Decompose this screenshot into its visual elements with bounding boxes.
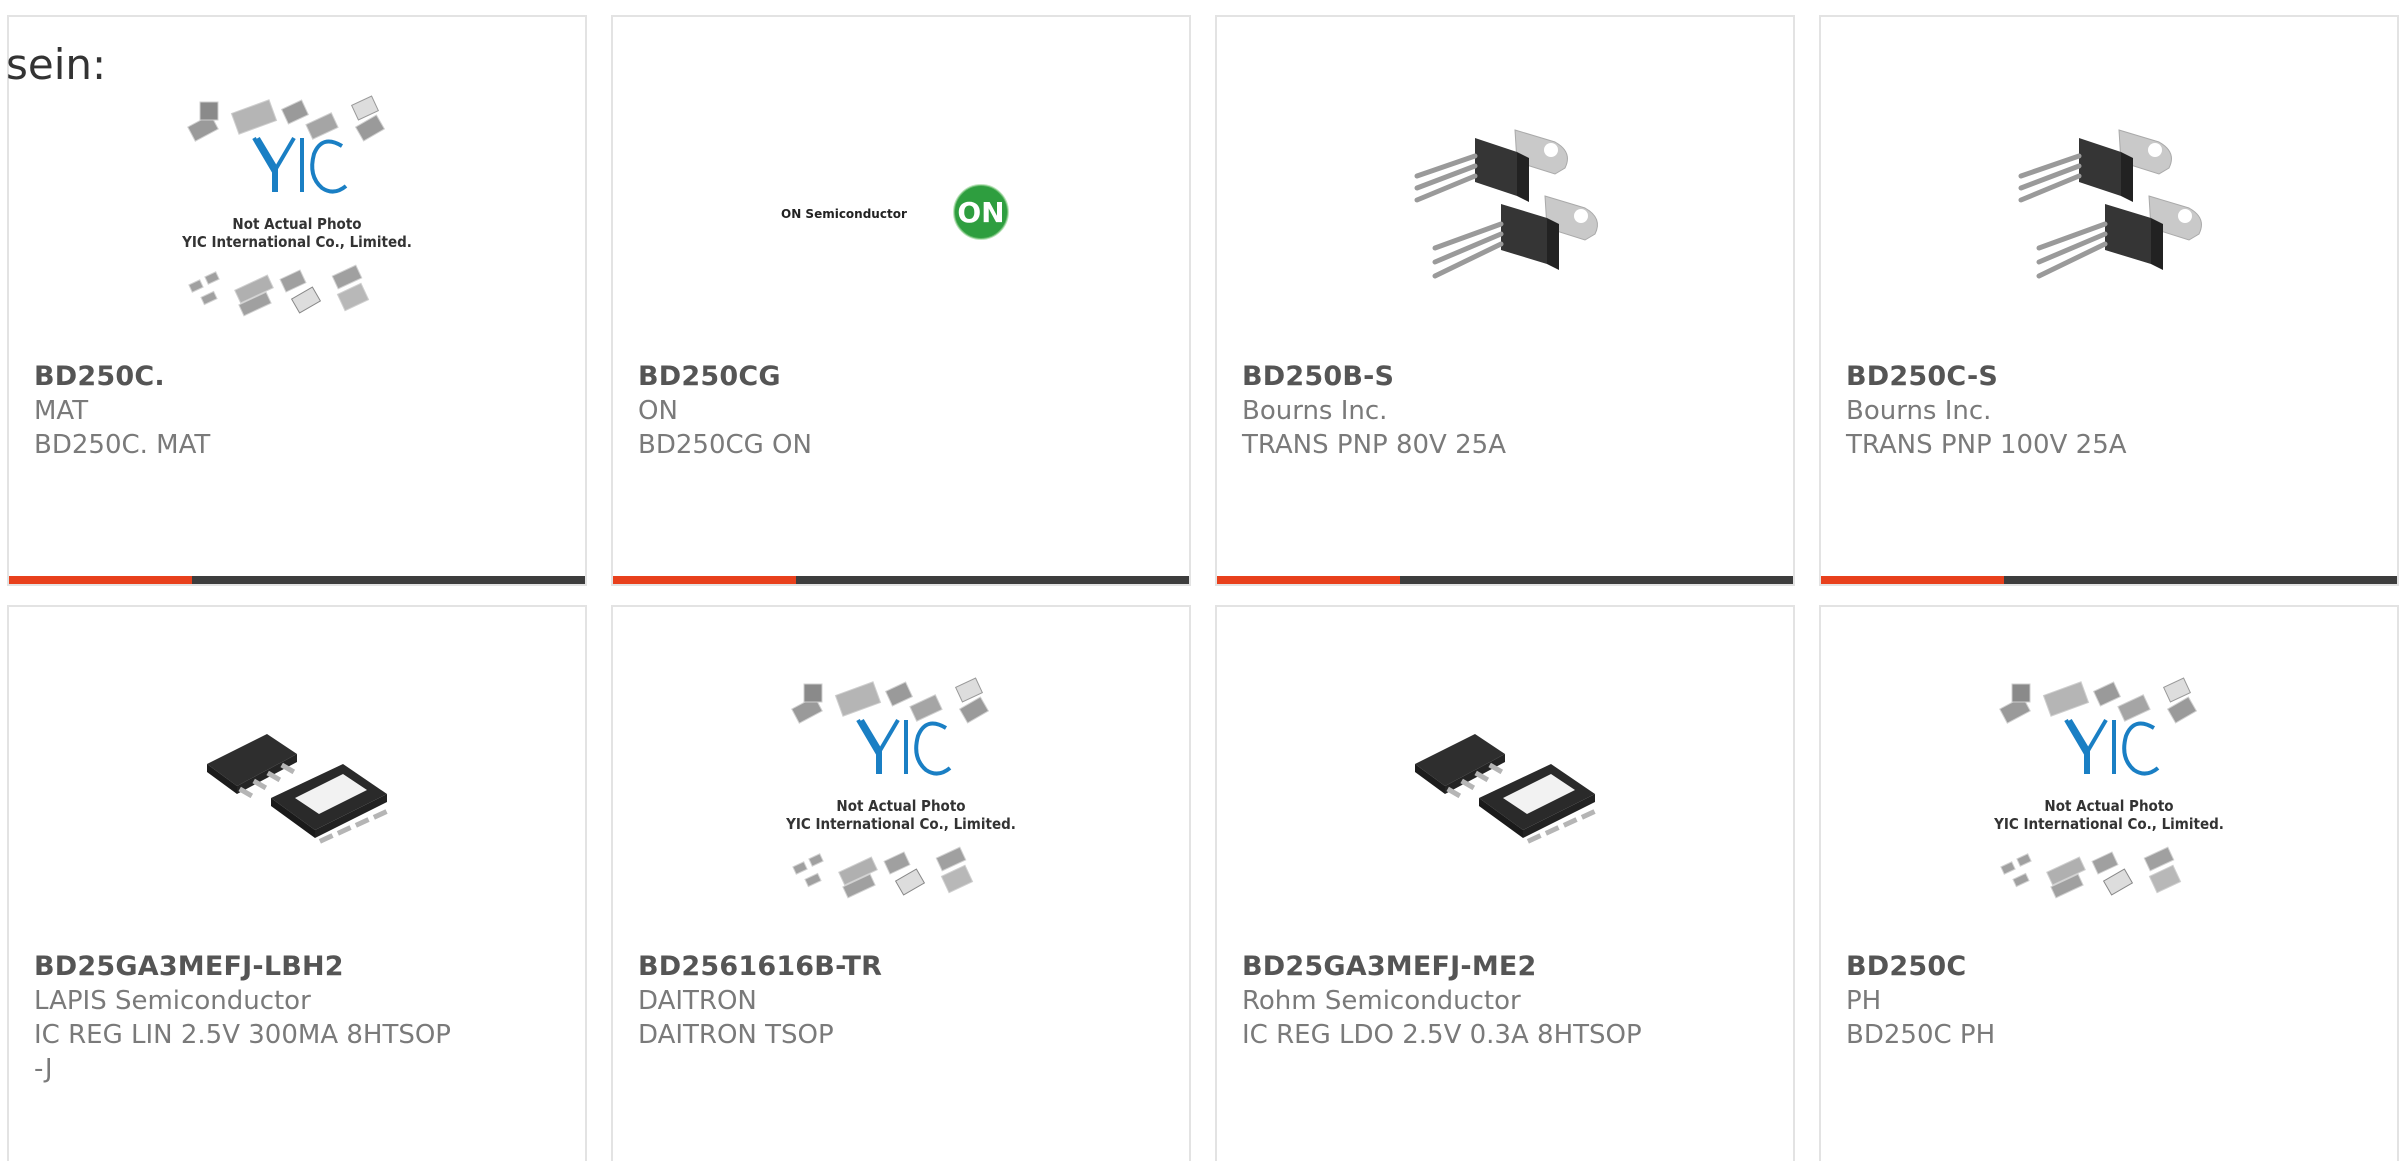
not-actual-photo-text: Not Actual Photo — [836, 797, 965, 815]
not-actual-photo-text: Not Actual Photo — [2044, 797, 2173, 815]
product-card[interactable]: BD250C-S Bourns Inc. TRANS PNP 100V 25A — [1819, 15, 2399, 586]
page: sein: Not Actual Photo YIC International… — [0, 0, 2400, 1161]
card-accent-bar — [1821, 576, 2004, 584]
product-card[interactable]: BD250B-S Bourns Inc. TRANS PNP 80V 25A — [1215, 15, 1795, 586]
yic-company-text: YIC International Co., Limited. — [1993, 815, 2224, 833]
description: DAITRON TSOP — [638, 1020, 834, 1050]
transistor-icon — [2036, 195, 2202, 279]
section-title: sein: — [6, 40, 107, 89]
manufacturer: PH — [1846, 986, 1882, 1016]
to220-transistor-graphic — [2018, 129, 2202, 279]
product-card[interactable]: ON Semiconductor ON BD250CG ON BD250CG O… — [611, 15, 1191, 586]
card-accent-bar — [613, 576, 796, 584]
card-accent-bar — [9, 576, 192, 584]
product-card[interactable]: BD25GA3MEFJ-ME2 Rohm Semiconductor IC RE… — [1215, 605, 1795, 1161]
on-semiconductor-logo-image[interactable]: ON Semiconductor ON — [613, 77, 1189, 347]
description: BD250C PH — [1846, 1020, 1996, 1050]
description: IC REG LDO 2.5V 0.3A 8HTSOP — [1242, 1020, 1642, 1050]
card-bottom-bar — [1217, 576, 1793, 584]
manufacturer: LAPIS Semiconductor — [34, 986, 311, 1016]
htsop-chip-graphic — [1415, 734, 1596, 844]
yic-logo-icon — [856, 718, 952, 776]
description: TRANS PNP 100V 25A — [1846, 430, 2127, 460]
to220-transistor-image[interactable] — [1217, 77, 1793, 347]
transistor-icon — [1432, 195, 1598, 279]
chip-icon — [207, 734, 388, 844]
yic-placeholder-graphic: Not Actual Photo YIC International Co., … — [181, 95, 412, 317]
to220-transistor-graphic — [1414, 129, 1598, 279]
manufacturer: Bourns Inc. — [1846, 396, 1992, 426]
not-actual-photo-text: Not Actual Photo — [232, 215, 361, 233]
part-number-link[interactable]: BD250CG — [638, 359, 1159, 394]
card-bottom-bar — [1821, 576, 2397, 584]
description: BD250CG ON — [638, 430, 812, 460]
manufacturer: ON — [638, 396, 678, 426]
on-mark-text: ON — [957, 196, 1004, 229]
chip-icon — [1415, 734, 1596, 844]
yic-logo-icon — [2064, 718, 2160, 776]
description: TRANS PNP 80V 25A — [1242, 430, 1506, 460]
on-brand-text: ON Semiconductor — [781, 207, 907, 221]
yic-placeholder-image[interactable]: Not Actual Photo YIC International Co., … — [9, 77, 585, 347]
card-accent-bar — [1217, 576, 1400, 584]
product-card[interactable]: Not Actual Photo YIC International Co., … — [1819, 605, 2399, 1161]
description: BD250C. MAT — [34, 430, 211, 460]
yic-company-text: YIC International Co., Limited. — [181, 233, 412, 251]
description: IC REG LIN 2.5V 300MA 8HTSOP-J — [34, 1020, 451, 1084]
part-number-link[interactable]: BD25GA3MEFJ-ME2 — [1242, 949, 1763, 984]
part-number-link[interactable]: BD250C-S — [1846, 359, 2367, 394]
product-card[interactable]: Not Actual Photo YIC International Co., … — [7, 15, 587, 586]
product-card[interactable]: BD25GA3MEFJ-LBH2 LAPIS Semiconductor IC … — [7, 605, 587, 1161]
to220-transistor-image[interactable] — [1821, 77, 2397, 347]
htsop-chip-graphic — [207, 734, 388, 844]
yic-placeholder-graphic: Not Actual Photo YIC International Co., … — [785, 677, 1016, 899]
htsop-chip-image[interactable] — [9, 659, 585, 929]
card-bottom-bar — [613, 576, 1189, 584]
manufacturer: Rohm Semiconductor — [1242, 986, 1521, 1016]
part-number-link[interactable]: BD250C — [1846, 949, 2367, 984]
yic-logo-icon — [252, 136, 348, 194]
part-number-link[interactable]: BD250B-S — [1242, 359, 1763, 394]
part-number-link[interactable]: BD2561616B-TR — [638, 949, 1159, 984]
manufacturer: Bourns Inc. — [1242, 396, 1388, 426]
yic-placeholder-graphic: Not Actual Photo YIC International Co., … — [1993, 677, 2224, 899]
yic-placeholder-image[interactable]: Not Actual Photo YIC International Co., … — [1821, 659, 2397, 929]
product-card[interactable]: Not Actual Photo YIC International Co., … — [611, 605, 1191, 1161]
manufacturer: MAT — [34, 396, 89, 426]
card-bottom-bar — [9, 576, 585, 584]
part-number-link[interactable]: BD250C. — [34, 359, 555, 394]
transistor-icon — [2018, 129, 2172, 203]
part-number-link[interactable]: BD25GA3MEFJ-LBH2 — [34, 949, 555, 984]
yic-company-text: YIC International Co., Limited. — [785, 815, 1016, 833]
htsop-chip-image[interactable] — [1217, 659, 1793, 929]
yic-placeholder-image[interactable]: Not Actual Photo YIC International Co., … — [613, 659, 1189, 929]
transistor-icon — [1414, 129, 1568, 203]
on-semiconductor-logo: ON Semiconductor ON — [781, 184, 1009, 240]
manufacturer: DAITRON — [638, 986, 757, 1016]
